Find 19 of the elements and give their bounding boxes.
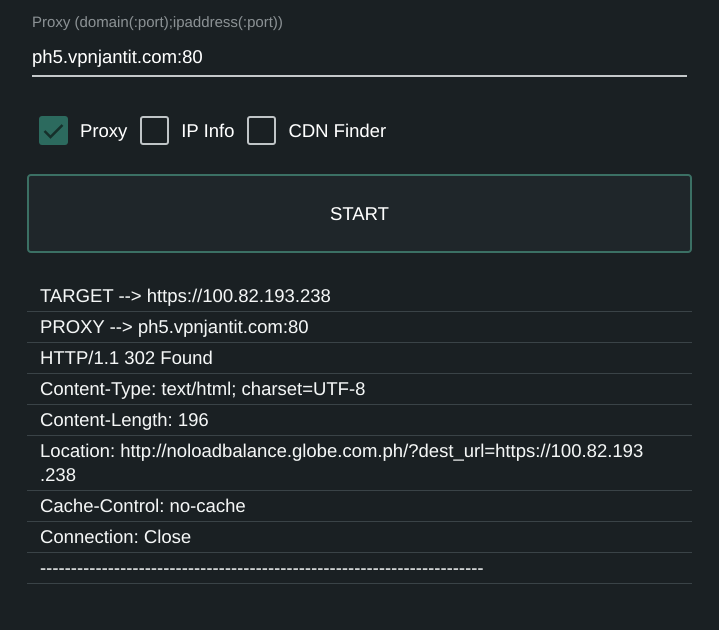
log-line: Location: http://noloadbalance.globe.com.ph/?dest_url=https://100.82.193 .238 (27, 436, 692, 491)
checkbox-label[interactable]: Proxy (80, 118, 128, 142)
log-line: ------------------------------------------------------------------------ (27, 553, 692, 584)
check-icon (43, 122, 64, 138)
log-line: Content-Length: 196 (27, 405, 692, 436)
proxy-input-field[interactable]: ph5.vpnjantit.com:80 (32, 35, 687, 77)
log-line: PROXY --> ph5.vpnjantit.com:80 (27, 312, 692, 343)
field-label: Proxy (domain(:port);ipaddress(:port)) (32, 14, 283, 32)
checkbox[interactable] (140, 116, 170, 145)
checkbox-label[interactable]: IP Info (181, 118, 234, 142)
start-button[interactable]: START (27, 174, 692, 253)
checkbox[interactable] (39, 116, 68, 145)
checkbox[interactable] (247, 116, 276, 145)
checkbox-label[interactable]: CDN Finder (288, 118, 386, 142)
log-line: Cache-Control: no-cache (27, 491, 692, 522)
log-line: Connection: Close (27, 522, 692, 553)
log-line: HTTP/1.1 302 Found (27, 343, 692, 374)
log-line: TARGET --> https://100.82.193.238 (27, 281, 692, 312)
log-line: Content-Type: text/html; charset=UTF-8 (27, 374, 692, 405)
